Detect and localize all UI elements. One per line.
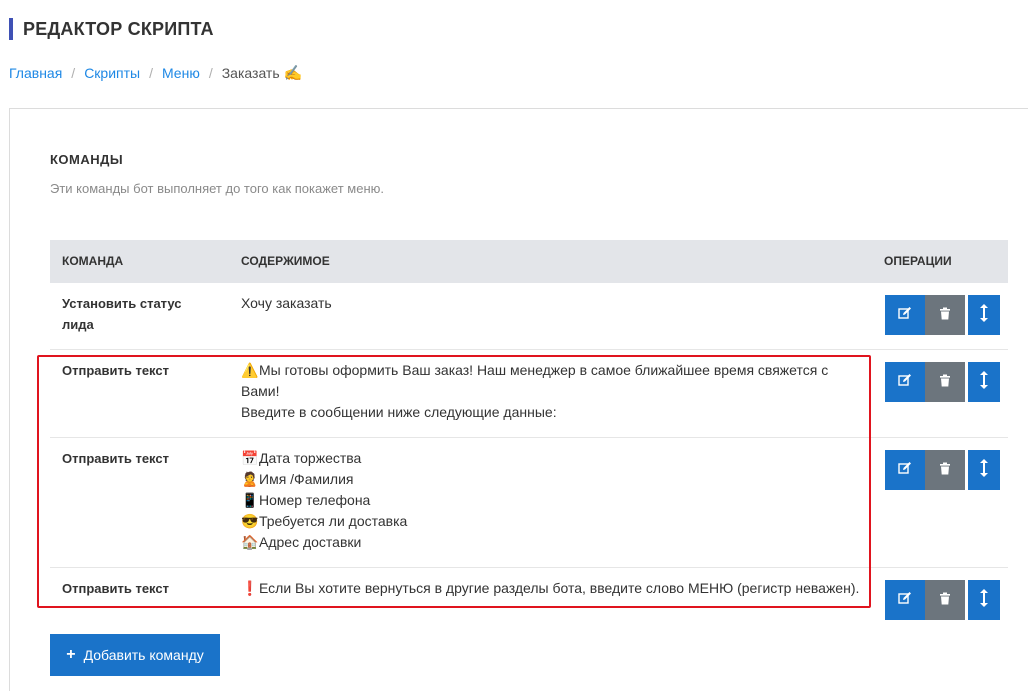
edit-button[interactable] bbox=[885, 295, 925, 335]
drag-icon bbox=[980, 371, 988, 393]
table-row: Установить статус лида Хочу заказать bbox=[50, 283, 1008, 350]
content-text: Хочу заказать bbox=[241, 295, 332, 311]
table-header: КОМАНДА СОДЕРЖИМОЕ ОПЕРАЦИИ bbox=[50, 240, 1008, 283]
move-button[interactable] bbox=[968, 362, 1000, 402]
move-button[interactable] bbox=[968, 450, 1000, 490]
drag-icon bbox=[980, 589, 988, 611]
move-button[interactable] bbox=[968, 295, 1000, 335]
edit-button[interactable] bbox=[885, 450, 925, 490]
breadcrumb-current: Заказать bbox=[221, 65, 280, 81]
trash-icon bbox=[939, 462, 951, 479]
command-type: Установить статус лида bbox=[62, 296, 182, 332]
delete-button[interactable] bbox=[925, 362, 965, 402]
breadcrumb-link-menu[interactable]: Меню bbox=[162, 65, 200, 81]
edit-button[interactable] bbox=[885, 580, 925, 620]
delete-button[interactable] bbox=[925, 580, 965, 620]
content-line: Хочу заказать bbox=[241, 293, 861, 314]
writing-hand-icon: ✍ bbox=[283, 65, 303, 82]
breadcrumb-separator: / bbox=[149, 65, 153, 81]
drag-icon bbox=[980, 459, 988, 481]
command-content: Хочу заказать bbox=[241, 293, 861, 314]
column-header-command: КОМАНДА bbox=[62, 254, 124, 268]
row-operations bbox=[885, 295, 1000, 335]
edit-icon bbox=[898, 373, 912, 391]
drag-icon bbox=[980, 304, 988, 326]
edit-icon bbox=[898, 306, 912, 324]
column-header-content: СОДЕРЖИМОЕ bbox=[241, 254, 330, 268]
breadcrumb-separator: / bbox=[208, 65, 213, 81]
breadcrumb-link-scripts[interactable]: Скрипты bbox=[84, 65, 140, 81]
row-operations bbox=[885, 362, 1000, 402]
delete-button[interactable] bbox=[925, 450, 965, 490]
breadcrumb-link-home[interactable]: Главная bbox=[9, 65, 62, 81]
page-header: РЕДАКТОР СКРИПТА bbox=[9, 18, 214, 40]
column-header-operations: ОПЕРАЦИИ bbox=[884, 254, 952, 268]
page-title: РЕДАКТОР СКРИПТА bbox=[23, 19, 214, 39]
section-title: КОМАНДЫ bbox=[50, 152, 124, 167]
selection-highlight bbox=[37, 355, 871, 608]
trash-icon bbox=[939, 374, 951, 391]
edit-icon bbox=[898, 591, 912, 609]
row-operations bbox=[885, 450, 1000, 490]
section-description: Эти команды бот выполняет до того как по… bbox=[50, 181, 384, 196]
move-button[interactable] bbox=[968, 580, 1000, 620]
edit-icon bbox=[898, 461, 912, 479]
plus-icon: + bbox=[66, 646, 76, 663]
edit-button[interactable] bbox=[885, 362, 925, 402]
breadcrumb-separator: / bbox=[71, 65, 76, 81]
add-command-label: Добавить команду bbox=[83, 647, 204, 663]
row-operations bbox=[885, 580, 1000, 620]
trash-icon bbox=[939, 592, 951, 609]
breadcrumb: Главная / Скрипты / Меню / Заказать ✍ bbox=[9, 64, 302, 82]
add-command-button[interactable]: + Добавить команду bbox=[50, 634, 220, 676]
trash-icon bbox=[939, 307, 951, 324]
delete-button[interactable] bbox=[925, 295, 965, 335]
